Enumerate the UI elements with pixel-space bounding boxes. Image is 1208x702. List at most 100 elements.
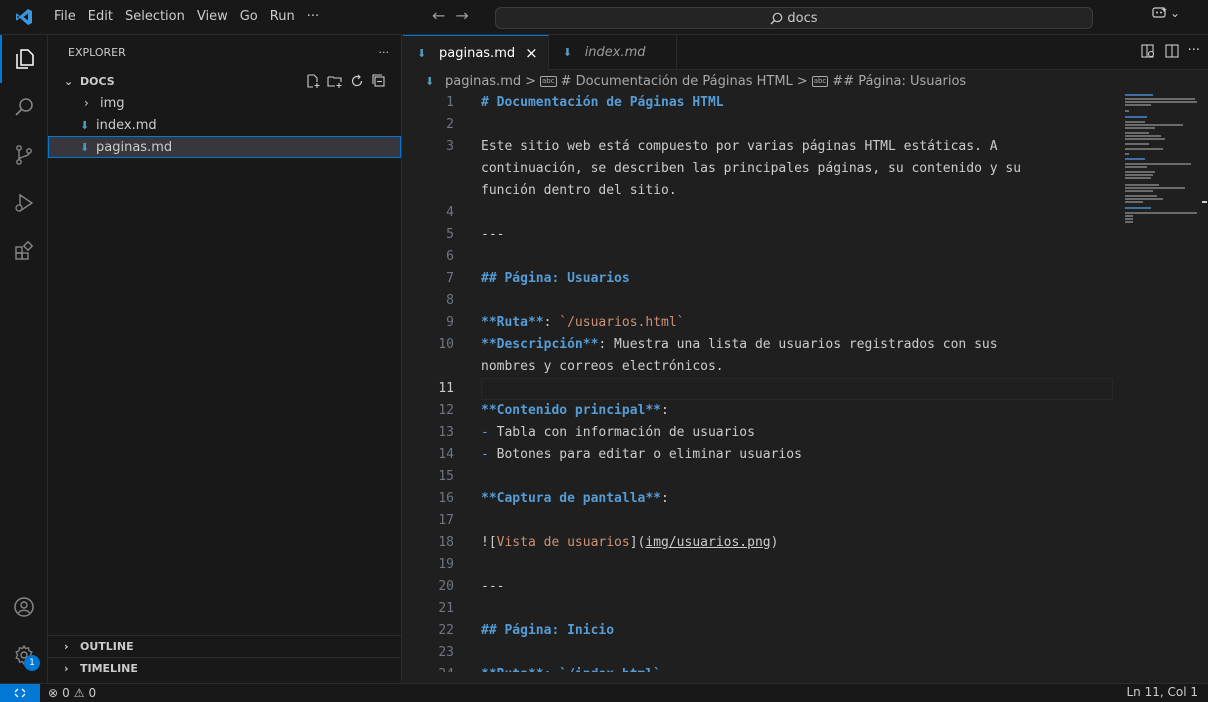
code-line: 21 [403,598,1113,620]
minimap-line [1125,132,1149,134]
tab-close-button[interactable]: × [525,44,538,62]
bold-key: **Contenido principal** [481,403,662,418]
line-number: 7 [446,271,454,286]
menu-file[interactable]: File [48,5,82,29]
code-line: 22 ## Página: Inicio [403,620,1113,642]
code-line: 3 Este sitio web está compuesto por varia… [403,136,1113,202]
minimap-line [1125,163,1191,165]
menu-edit[interactable]: Edit [82,5,119,29]
minimap-line [1125,94,1153,96]
back-arrow-icon[interactable]: ← [432,6,445,25]
new-file-icon[interactable] [305,73,321,89]
line-number: 19 [438,557,454,572]
command-center-search[interactable]: docs [495,7,1093,29]
minimap-line [1125,138,1165,140]
minimap-line [1125,171,1155,173]
minimap-line [1125,101,1197,103]
code-line: 20 --- [403,576,1113,598]
menu-go[interactable]: Go [234,5,264,29]
code-line: 15 [403,466,1113,488]
minimap-line [1125,184,1159,186]
line-content [454,598,1086,620]
text-segment: ]( [629,535,646,550]
folder-actions [305,73,387,89]
code-editor[interactable]: 1 # Documentación de Páginas HTML 2 3 Este… [403,92,1113,672]
line-content [454,290,1086,312]
text-segment: : [661,403,669,418]
breadcrumb-separator: > [796,73,808,89]
line-number: 2 [446,117,454,132]
minimap-line [1125,177,1151,179]
manage-gear-icon[interactable]: 1 [0,631,48,679]
line-number: 1 [446,95,454,110]
open-preview-icon[interactable] [1140,43,1156,59]
remote-icon[interactable] [0,683,40,702]
chevron-down-icon: ⌄ [1170,6,1181,20]
editor-more-button[interactable]: ··· [1188,43,1200,59]
new-folder-icon[interactable] [327,73,343,89]
minimap-line [1125,198,1163,200]
text-segment: continuación, se describen las principal… [481,161,1022,176]
minimap-line [1125,158,1145,160]
problems-indicator[interactable]: ⊗ 0 ⚠ 0 [40,686,96,700]
title-bar: File Edit Selection View Go Run ··· ← → … [0,0,1208,35]
line-content [454,202,1086,224]
editor-actions: ··· [1140,43,1200,59]
editor-area: ⬇ paginas.md × ⬇ index.md ··· ⬇ paginas.… [403,35,1208,683]
text-segment: nombres y correos electrónicos. [481,359,724,374]
cursor-position[interactable]: Ln 11, Col 1 [1126,685,1198,699]
search-icon[interactable] [0,83,48,131]
accounts-icon[interactable] [0,583,48,631]
source-control-icon[interactable] [0,131,48,179]
breadcrumb-heading-2[interactable]: ## Página: Usuarios [832,74,966,89]
code-line: 8 [403,290,1113,312]
tab-index-md[interactable]: ⬇ index.md [549,35,677,70]
tab-paginas-md[interactable]: ⬇ paginas.md × [403,35,549,70]
breadcrumb-file[interactable]: paginas.md [445,74,521,89]
refresh-icon[interactable] [349,73,365,89]
code-line: 16 **Captura de pantalla**: [403,488,1113,510]
bold-key: **Captura de pantalla** [481,491,662,506]
collapse-all-icon[interactable] [371,73,387,89]
folder-header-docs[interactable]: ⌄ DOCS [48,70,401,92]
minimap[interactable] [1121,92,1203,292]
tree-file-index-md[interactable]: ⬇ index.md [48,114,401,136]
menu-view[interactable]: View [191,5,234,29]
breadcrumb-separator: > [525,73,537,89]
menu-run[interactable]: Run [264,5,301,29]
run-debug-icon[interactable] [0,179,48,227]
line-number: 14 [438,447,454,462]
minimap-line [1125,153,1129,155]
symbol-string-icon: abc [811,75,829,87]
line-content: **Descripción**: Muestra una lista de us… [454,334,1086,378]
line-content: Este sitio web está compuesto por varias… [454,136,1086,202]
line-content: - Botones para editar o eliminar usuario… [454,444,1086,466]
line-number: 11 [438,381,454,396]
split-editor-icon[interactable] [1164,43,1180,59]
line-number: 24 [403,664,454,672]
extensions-icon[interactable] [0,227,48,275]
line-number: 9 [446,315,454,330]
warning-count: 0 [88,686,97,700]
explorer-icon[interactable] [0,35,48,83]
error-icon: ⊗ [48,686,59,700]
markdown-file-icon: ⬇ [80,140,90,154]
tree-file-paginas-md[interactable]: ⬇ paginas.md [48,136,401,158]
tree-folder-img[interactable]: › img [48,92,401,114]
line-content: # Documentación de Páginas HTML [481,95,724,110]
chevron-right-icon: › [84,96,89,110]
minimap-line [1125,135,1161,137]
minimap-line [1125,195,1157,197]
forward-arrow-icon[interactable]: → [455,6,468,25]
outline-section-header[interactable]: › OUTLINE [48,635,401,657]
chevron-right-icon: › [64,640,69,653]
chevron-right-icon: › [64,662,69,675]
menu-more[interactable]: ··· [301,5,325,29]
copilot-button[interactable]: ⌄ [1152,6,1180,20]
link-url[interactable]: img/usuarios.png [645,535,770,550]
timeline-section-header[interactable]: › TIMELINE [48,657,401,679]
menu-selection[interactable]: Selection [119,5,191,29]
text-segment: ) [770,535,779,550]
breadcrumb-heading-1[interactable]: # Documentación de Páginas HTML [561,74,793,89]
explorer-more-button[interactable]: ··· [379,46,390,59]
